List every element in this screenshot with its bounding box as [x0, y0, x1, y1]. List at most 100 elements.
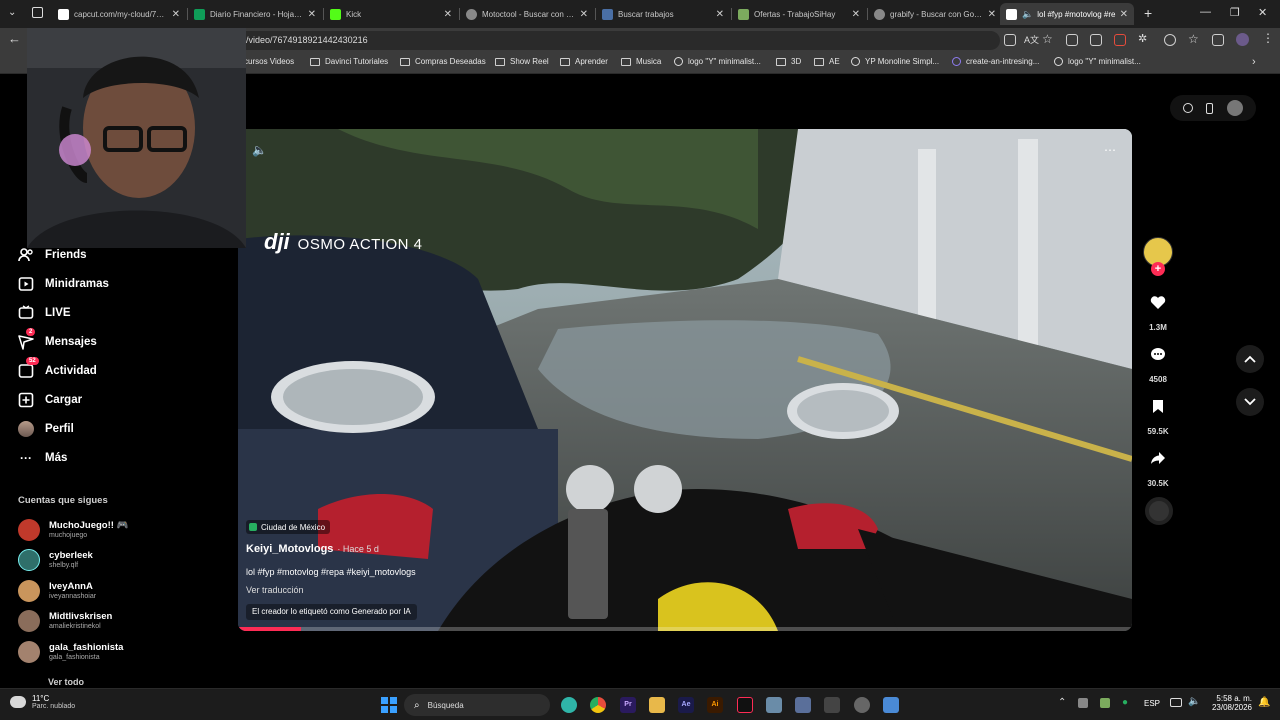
- screen-cast-icon[interactable]: [1066, 34, 1078, 46]
- share-button[interactable]: [1146, 446, 1170, 470]
- app-icon[interactable]: [854, 697, 870, 713]
- followed-account[interactable]: MuchoJuego!! 🎮 muchojuego: [18, 516, 128, 544]
- premiere-icon[interactable]: Pr: [620, 697, 636, 713]
- nav-live[interactable]: LIVE: [18, 302, 71, 324]
- microphone-icon[interactable]: ●: [1122, 697, 1128, 708]
- tiktok-app-icon[interactable]: [737, 697, 753, 713]
- tab-trabajosihay[interactable]: Ofertas - TrabajoSiHay ✕: [732, 3, 866, 25]
- clock[interactable]: 5:58 a. m. 23/08/2026: [1208, 694, 1252, 712]
- install-app-icon[interactable]: [1004, 34, 1016, 46]
- nav-upload[interactable]: Cargar: [18, 389, 82, 411]
- app-icon[interactable]: [766, 697, 782, 713]
- nav-messages[interactable]: 2 Mensajes: [18, 328, 97, 353]
- illustrator-icon[interactable]: Ai: [707, 697, 723, 713]
- see-translation-link[interactable]: Ver traducción: [246, 585, 304, 595]
- bookmark-item[interactable]: create-an-intresing...: [952, 57, 1039, 66]
- red-extension-icon[interactable]: [1114, 34, 1126, 46]
- tab-menu-icon[interactable]: ⌄: [8, 7, 16, 18]
- weather-widget[interactable]: 11°C Parc. nublado: [10, 694, 75, 710]
- bookmark-folder[interactable]: Davinci Tutoriales: [310, 57, 388, 66]
- close-tab-icon[interactable]: ✕: [172, 9, 180, 20]
- edge-icon[interactable]: [561, 697, 577, 713]
- close-tab-icon[interactable]: ✕: [988, 9, 996, 20]
- app-icon[interactable]: [824, 697, 840, 713]
- tab-diario-financiero[interactable]: Diario Financiero - Hojas de ✕: [188, 3, 322, 25]
- edit-extension-icon[interactable]: [1090, 34, 1102, 46]
- nav-more[interactable]: ··· Más: [18, 447, 67, 469]
- author-name[interactable]: Keiyi_Motovlogs: [246, 543, 333, 555]
- video-volume-icon[interactable]: 🔈: [252, 143, 267, 157]
- translate-icon[interactable]: A文: [1024, 33, 1039, 46]
- like-button[interactable]: [1146, 290, 1170, 314]
- previous-video-button[interactable]: [1236, 345, 1264, 373]
- followed-account[interactable]: Midtlivskrisen amaliekristinekol: [18, 607, 112, 635]
- volume-icon[interactable]: 🔈: [1188, 696, 1200, 707]
- bookmark-star-icon[interactable]: ☆: [1042, 32, 1053, 46]
- followed-account[interactable]: gala_fashionista gala_fashionista: [18, 638, 123, 666]
- language-indicator[interactable]: ESP: [1144, 699, 1160, 708]
- profile-avatar-icon[interactable]: [1236, 33, 1249, 46]
- video-progress-bar[interactable]: [238, 627, 1132, 631]
- notifications-icon[interactable]: 🔔: [1258, 697, 1270, 708]
- video-options-icon[interactable]: ⋯: [1104, 143, 1116, 157]
- taskbar-search[interactable]: ⌕ Búsqueda: [404, 694, 550, 716]
- window-close-icon[interactable]: ✕: [1258, 6, 1267, 19]
- minimize-icon[interactable]: —: [1200, 6, 1211, 18]
- close-tab-icon[interactable]: ✕: [716, 9, 724, 20]
- bookmark-folder[interactable]: Aprender: [560, 57, 608, 66]
- follow-plus-icon[interactable]: +: [1151, 262, 1165, 276]
- comment-button[interactable]: [1146, 342, 1170, 366]
- app-icon[interactable]: [795, 697, 811, 713]
- bookmark-folder[interactable]: 3D: [776, 57, 801, 66]
- bookmark-folder[interactable]: AE: [814, 57, 840, 66]
- tab-motoctool[interactable]: Motoctool - Buscar con Go ✕: [460, 3, 594, 25]
- close-tab-icon[interactable]: ✕: [308, 9, 316, 20]
- start-button[interactable]: [381, 697, 397, 713]
- tab-workspaces-icon[interactable]: [32, 7, 43, 18]
- tray-app-icon[interactable]: [1100, 698, 1110, 708]
- bookmark-item[interactable]: YP Monoline Simpl...: [851, 57, 939, 66]
- miniplayer-icon[interactable]: [1182, 103, 1193, 113]
- tab-audio-icon[interactable]: 🔈: [1022, 9, 1033, 20]
- video-player[interactable]: dji OSMO ACTION 4 🔈 ⋯ Ciudad de México K…: [238, 129, 1132, 631]
- tab-kick[interactable]: Kick ✕: [324, 3, 458, 25]
- user-avatar-icon[interactable]: [1227, 100, 1244, 116]
- new-tab-button[interactable]: +: [1144, 5, 1152, 21]
- followed-account[interactable]: IveyAnnA iveyannashoiar: [18, 577, 96, 605]
- bookmarks-overflow-icon[interactable]: ›: [1252, 56, 1256, 68]
- music-disc[interactable]: [1145, 497, 1173, 525]
- bookmark-folder[interactable]: Show Reel: [495, 57, 549, 66]
- browser-menu-icon[interactable]: ⋮: [1262, 31, 1274, 45]
- favorites-icon[interactable]: ☆: [1188, 32, 1199, 46]
- next-video-button[interactable]: [1236, 388, 1264, 416]
- nav-profile[interactable]: Perfil: [18, 418, 74, 440]
- back-icon[interactable]: ←: [8, 31, 21, 46]
- tray-overflow-icon[interactable]: ⌃: [1058, 697, 1066, 708]
- file-explorer-icon[interactable]: [649, 697, 665, 713]
- nav-activity[interactable]: 52 Actividad: [18, 357, 97, 382]
- extensions-puzzle-icon[interactable]: ✲: [1138, 32, 1147, 45]
- device-icon[interactable]: [1206, 102, 1214, 114]
- sync-icon[interactable]: [1164, 34, 1176, 46]
- bookmark-item[interactable]: cursos Videos: [244, 57, 294, 66]
- tab-capcut[interactable]: capcut.com/my-cloud/7217 ✕: [52, 3, 186, 25]
- after-effects-icon[interactable]: Ae: [678, 697, 694, 713]
- nav-minidramas[interactable]: Minidramas: [18, 273, 109, 295]
- tab-grabify[interactable]: grabify - Buscar con Google ✕: [868, 3, 1002, 25]
- chrome-icon[interactable]: [590, 697, 606, 713]
- followed-account[interactable]: cyberleek shelby.qlf: [18, 546, 93, 574]
- tray-app-icon[interactable]: [1078, 698, 1088, 708]
- tab-tiktok-active[interactable]: 🔈 lol #fyp #motovlog #re ✕: [1000, 3, 1134, 25]
- save-button[interactable]: [1146, 394, 1170, 418]
- location-pill[interactable]: Ciudad de México: [246, 520, 331, 534]
- close-tab-icon[interactable]: ✕: [852, 9, 860, 20]
- collections-icon[interactable]: [1212, 34, 1224, 46]
- network-icon[interactable]: [1170, 698, 1182, 707]
- close-tab-icon[interactable]: ✕: [580, 9, 588, 20]
- bookmark-item[interactable]: logo "Y" minimalist...: [674, 57, 761, 66]
- see-all-link[interactable]: Ver todo: [48, 677, 84, 687]
- close-tab-icon[interactable]: ✕: [1120, 9, 1128, 20]
- restore-icon[interactable]: ❐: [1230, 6, 1240, 19]
- tab-buscar-trabajos[interactable]: Buscar trabajos ✕: [596, 3, 730, 25]
- video-caption[interactable]: lol #fyp #motovlog #repa #keiyi_motovlog…: [246, 567, 416, 577]
